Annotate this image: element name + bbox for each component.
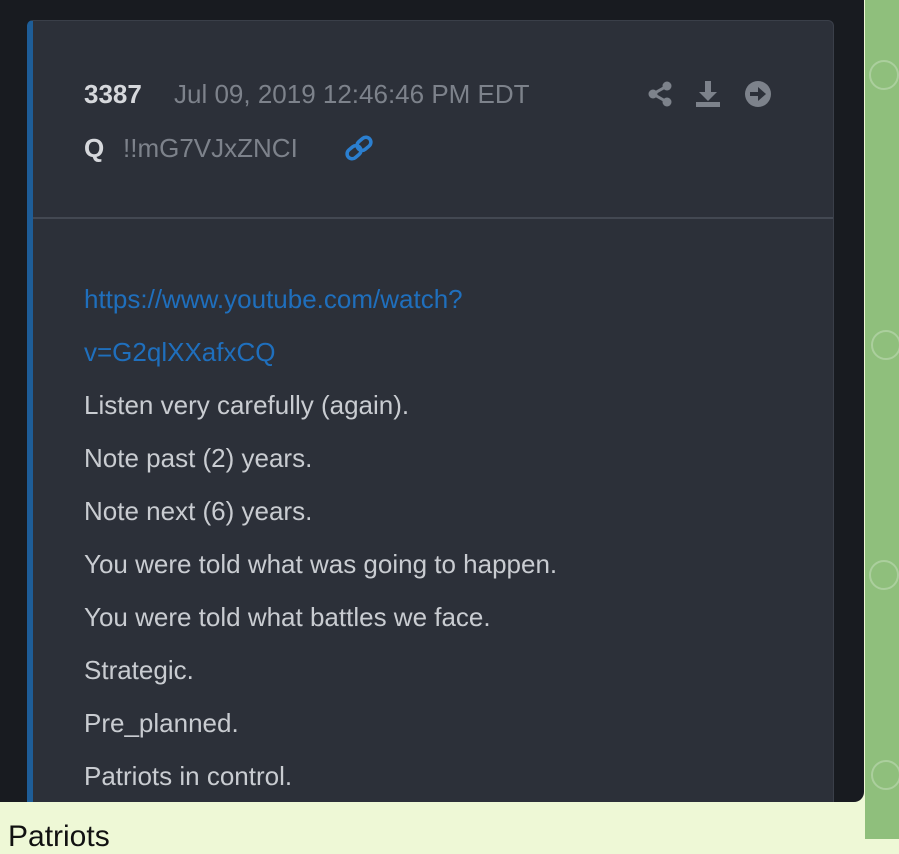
wallpaper-doodle xyxy=(871,330,899,360)
post-text-line: Patriots in control. xyxy=(84,761,293,791)
post-date: Jul 09, 2019 12:46:46 PM EDT xyxy=(174,79,530,109)
arrow-circle-right-icon[interactable] xyxy=(743,79,773,109)
post-text-line: Pre_planned. xyxy=(84,708,239,738)
link-icon[interactable] xyxy=(342,133,376,163)
chat-wallpaper xyxy=(865,0,899,839)
post-number[interactable]: 3387 xyxy=(84,79,142,110)
post-author: Q xyxy=(84,133,105,163)
post-text-line: Note next (6) years. xyxy=(84,496,313,526)
post-text-line: You were told what battles we face. xyxy=(84,602,491,632)
wallpaper-doodle xyxy=(869,60,899,90)
post-text-line: Note past (2) years. xyxy=(84,443,313,473)
wallpaper-doodle xyxy=(871,760,899,790)
post-link-line1[interactable]: https://www.youtube.com/watch? xyxy=(84,273,804,326)
post-text-line: You were told what was going to happen. xyxy=(84,549,558,579)
post-tripcode: !!mG7VJxZNCI xyxy=(123,133,298,163)
download-icon[interactable] xyxy=(693,79,723,109)
post-link-line2[interactable]: v=G2qlXXafxCQ xyxy=(84,326,804,379)
message-caption: Patriots xyxy=(8,820,110,853)
post-text-line: Listen very carefully (again). xyxy=(84,390,410,420)
wallpaper-doodle xyxy=(869,560,899,590)
post-body: https://www.youtube.com/watch? v=G2qlXXa… xyxy=(84,273,804,802)
post-card: 3387 Jul 09, 2019 12:46:46 PM EDT Q !!mG… xyxy=(27,20,834,802)
post-text-line: Strategic. xyxy=(84,655,194,685)
post-screenshot-image[interactable]: 3387 Jul 09, 2019 12:46:46 PM EDT Q !!mG… xyxy=(0,0,864,802)
share-icon[interactable] xyxy=(645,79,675,109)
post-header: 3387 Jul 09, 2019 12:46:46 PM EDT Q !!mG… xyxy=(33,21,833,219)
